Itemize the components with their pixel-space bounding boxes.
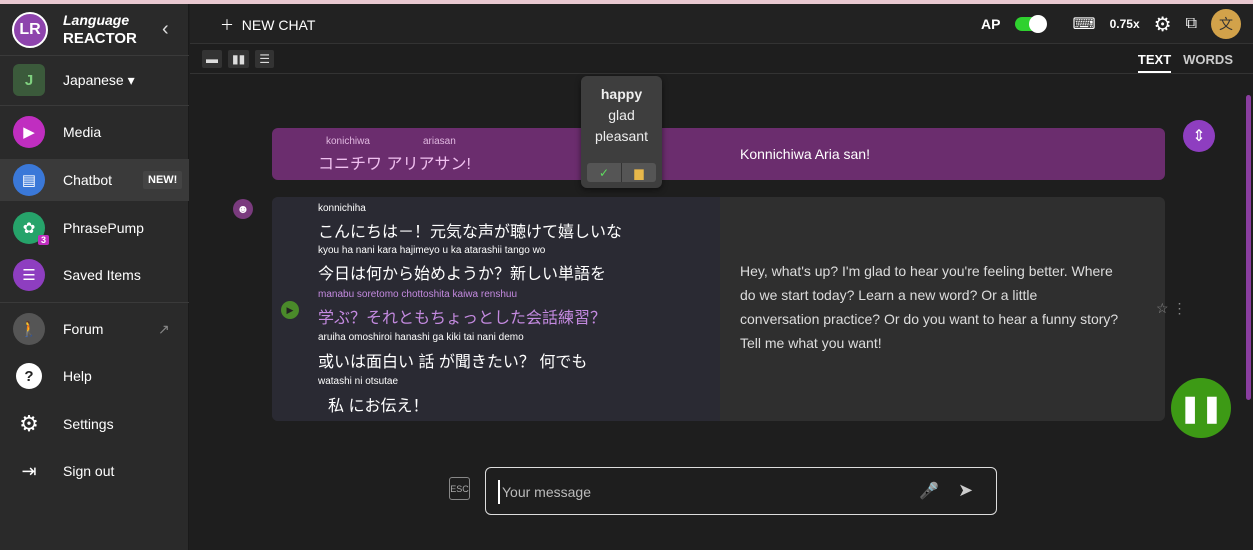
sidebar-item-label: Media <box>63 124 102 140</box>
collapse-sidebar-icon[interactable]: ‹ <box>162 18 169 41</box>
japanese-line[interactable]: 学ぶ？それともちょっとした会話練習？ <box>318 304 606 328</box>
external-link-icon: ↗ <box>158 320 170 337</box>
sidebar-item-forum[interactable]: 🚶 Forum ↗ <box>0 308 189 350</box>
definition-word: glad <box>608 107 635 123</box>
romaji-line: aruiha omoshiroi hanashi ga kiki tai nan… <box>318 332 524 343</box>
saved-list-icon: ☰ <box>13 259 45 291</box>
japanese-line[interactable]: こんにちは－！元気な声が聴けて嬉しいな <box>318 218 622 242</box>
bot-message: konnichiha こんにちは－！元気な声が聴けて嬉しいな kyou ha n… <box>272 197 1165 421</box>
word-definition-popup: happy glad pleasant ✓ ▆ <box>581 76 662 188</box>
sidebar-item-label: Settings <box>63 416 114 432</box>
sidebar-item-label: Forum <box>63 321 104 337</box>
definition-word: happy <box>600 86 643 102</box>
brand-name-top: Language <box>63 12 130 28</box>
send-icon[interactable]: ➤ <box>958 480 973 501</box>
star-icon[interactable]: ☆ ⋮ <box>1156 300 1186 317</box>
layout-toggles: ▬ ▮▮ ☰ <box>202 50 274 68</box>
playback-speed[interactable]: 0.75x <box>1110 17 1140 31</box>
message-input[interactable] <box>498 480 898 504</box>
chat-icon: ▤ <box>13 164 45 196</box>
share-icon[interactable]: ⧉ <box>1186 15 1197 33</box>
romaji-line: watashi ni otsutae <box>318 376 399 387</box>
sidebar-item-media[interactable]: ▶ Media <box>0 111 189 153</box>
gear-icon: ⚙ <box>19 411 39 436</box>
sidebar-item-settings[interactable]: ⚙ Settings <box>0 403 189 445</box>
language-initial-icon: J <box>13 64 45 96</box>
tab-text[interactable]: TEXT <box>1137 52 1172 73</box>
pause-button[interactable]: ❚❚ <box>1171 378 1231 438</box>
romaji-line: kyou ha nani kara hajimeyo u ka atarashi… <box>318 245 546 256</box>
bot-message-japanese: konnichiha こんにちは－！元気な声が聴けて嬉しいな kyou ha n… <box>272 197 720 421</box>
tab-words[interactable]: WORDS <box>1183 52 1233 73</box>
esc-key-icon[interactable]: ESC <box>449 477 470 500</box>
play-audio-icon[interactable]: ▶ <box>281 301 299 319</box>
avatar[interactable]: 文 <box>1211 9 1241 39</box>
sidebar-item-saved[interactable]: ☰ Saved Items <box>0 254 189 296</box>
top-bar: ＋ NEW CHAT AP ⌨ 0.75x ⚙ ⧉ 文 <box>190 4 1253 44</box>
new-chat-label: NEW CHAT <box>241 17 316 33</box>
message-input-box: 🎤 ➤ <box>485 467 997 515</box>
tabs: TEXT WORDS <box>1137 52 1233 73</box>
language-selector[interactable]: J Japanese ▾ <box>0 59 189 101</box>
japanese-text[interactable]: コニチワ アリアサン! <box>318 150 471 174</box>
romaji-line: manabu soretomo chottoshita kaiwa renshu… <box>318 289 518 300</box>
sidebar-item-label: Help <box>63 368 92 384</box>
sidebar-item-label: PhrasePump <box>63 220 144 236</box>
layout-split-icon[interactable]: ▮▮ <box>228 50 250 68</box>
view-options-bar: ▬ ▮▮ ☰ TEXT WORDS <box>190 44 1253 74</box>
sidebar-item-phrasepump[interactable]: ✿ 3 PhrasePump <box>0 207 189 249</box>
book-icon[interactable]: ▆ <box>622 163 656 182</box>
microphone-icon[interactable]: 🎤 <box>919 481 939 501</box>
sidebar-item-label: Saved Items <box>63 267 141 283</box>
brand-header: LR Language REACTOR ‹ <box>0 4 189 56</box>
romaji-line: konnichiha <box>318 203 366 214</box>
person-icon: 🚶 <box>13 313 45 345</box>
header-controls: AP ⌨ 0.75x ⚙ ⧉ 文 <box>981 8 1241 40</box>
phrasepump-count-badge: 3 <box>38 235 50 245</box>
check-icon[interactable]: ✓ <box>587 163 622 182</box>
brand-name-bottom: REACTOR <box>63 30 137 47</box>
sidebar-item-label: Sign out <box>63 463 115 479</box>
language-label: Japanese ▾ <box>63 71 135 88</box>
sidebar-item-signout[interactable]: ⇥ Sign out <box>0 450 189 492</box>
play-icon: ▶ <box>13 116 45 148</box>
layout-stack-icon[interactable]: ☰ <box>255 50 274 68</box>
romaji-word: ariasan <box>423 136 456 147</box>
user-message: konichiwa ariasan コニチワ アリアサン! Konnichiwa… <box>272 128 1165 180</box>
sign-out-icon: ⇥ <box>21 460 37 481</box>
sidebar-item-chatbot[interactable]: ▤ Chatbot NEW! <box>0 159 189 201</box>
sidebar-item-label: Chatbot <box>63 172 113 188</box>
ap-label: AP <box>981 16 1001 32</box>
plus-icon: ＋ <box>220 17 234 33</box>
japanese-line[interactable]: 私 にお伝え！ <box>328 392 428 416</box>
new-chat-button[interactable]: ＋ NEW CHAT <box>220 15 315 35</box>
sidebar: LR Language REACTOR ‹ J Japanese ▾ ▶ Med… <box>0 4 189 550</box>
romaji-word: konichiwa <box>326 136 370 147</box>
translation-text: Hey, what's up? I'm glad to hear you're … <box>740 263 1119 351</box>
popup-actions: ✓ ▆ <box>587 163 656 182</box>
logo-icon: LR <box>12 12 48 48</box>
help-icon: ? <box>16 363 42 389</box>
translation-text: Konnichiwa Aria san! <box>740 146 870 162</box>
divider <box>0 302 189 303</box>
keyboard-icon[interactable]: ⌨ <box>1073 14 1096 34</box>
sidebar-item-help[interactable]: ? Help <box>0 355 189 397</box>
definition-word: pleasant <box>595 128 648 144</box>
new-badge: NEW! <box>143 171 183 189</box>
japanese-line[interactable]: 今日は何から始めようか？新しい単語を <box>318 260 606 284</box>
layout-single-icon[interactable]: ▬ <box>202 50 222 68</box>
autopause-toggle[interactable] <box>1014 15 1047 33</box>
scrollbar[interactable] <box>1246 95 1251 400</box>
japanese-line[interactable]: 或いは面白い 話 が聞きたい？ 何でも <box>318 348 587 372</box>
compress-icon[interactable]: ⇕ <box>1183 120 1215 152</box>
gear-icon[interactable]: ⚙ <box>1154 12 1172 37</box>
divider <box>0 105 189 106</box>
bot-avatar-icon: ☻ <box>233 199 253 219</box>
